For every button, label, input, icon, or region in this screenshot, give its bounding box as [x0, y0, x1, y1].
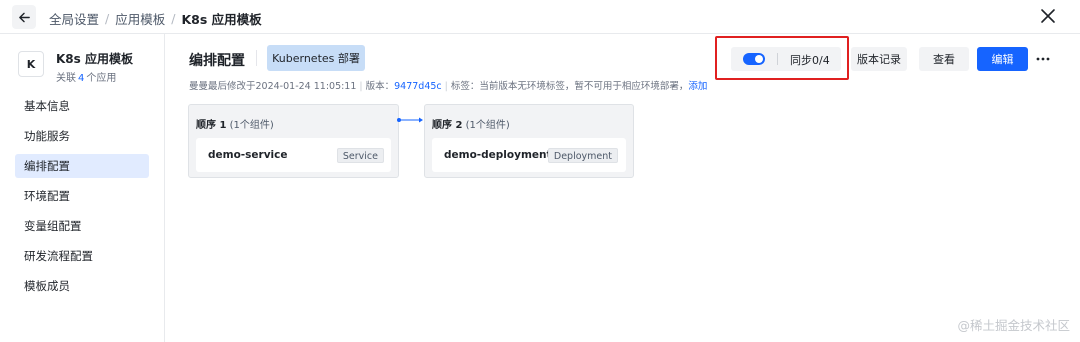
meta-separator: | [359, 81, 363, 92]
close-icon[interactable] [1038, 6, 1058, 26]
app-meta-prefix: 关联 [56, 73, 76, 84]
version-meta: 曼曼最后修改于2024-01-24 11:05:11 | 版本：9477d45c | 标… [189, 78, 707, 92]
stage-title: 顺序 2 [432, 120, 463, 131]
sidebar-item-environment[interactable]: 环境配置 [15, 184, 149, 208]
app-avatar: K [18, 51, 44, 77]
back-button[interactable] [12, 5, 36, 29]
top-bar: 全局设置 / 应用模板 / K8s 应用模板 [0, 0, 1080, 34]
stage-count: (1个组件) [229, 120, 274, 131]
watermark: @稀土掘金技术社区 [957, 318, 1070, 333]
stage-connector [397, 117, 423, 123]
component-kind-badge: Service [336, 148, 384, 163]
divider [777, 53, 778, 65]
deploy-type-tag: Kubernetes 部署 [267, 45, 365, 71]
tags-label: 标签： [450, 81, 480, 92]
more-button[interactable] [1033, 50, 1053, 68]
sidebar-item-basic-info[interactable]: 基本信息 [15, 94, 149, 118]
sidebar-item-variable-groups[interactable]: 变量组配置 [15, 214, 149, 238]
breadcrumb-separator: / [171, 11, 176, 26]
breadcrumb-app-templates[interactable]: 应用模板 [115, 9, 165, 28]
version-label: 版本： [365, 81, 395, 92]
stage-card: 顺序 1 (1个组件) demo-service Service [188, 104, 399, 178]
stage-header: 顺序 2 (1个组件) [432, 116, 510, 131]
sync-toggle[interactable] [743, 53, 765, 65]
app-meta: 关联 4 个应用 [56, 69, 133, 84]
sidebar-item-orchestration[interactable]: 编排配置 [15, 154, 149, 178]
app-card: K K8s 应用模板 关联 4 个应用 [18, 50, 133, 84]
edit-button[interactable]: 编辑 [977, 47, 1028, 71]
sidebar-item-dev-process[interactable]: 研发流程配置 [15, 244, 149, 268]
breadcrumb-separator: / [105, 11, 110, 26]
add-tag-link[interactable]: 添加 [688, 81, 707, 92]
app-name: K8s 应用模板 [56, 52, 133, 66]
component-name: demo-deployment [444, 149, 552, 161]
view-button[interactable]: 查看 [919, 47, 969, 71]
stage-count: (1个组件) [465, 120, 510, 131]
tags-text: 当前版本无环境标签，暂不可用于相应环境部署， [479, 81, 689, 92]
sidebar-nav: 基本信息 功能服务 编排配置 环境配置 变量组配置 研发流程配置 模板成员 [15, 94, 149, 304]
app-meta-suffix: 个应用 [86, 73, 117, 84]
version-link[interactable]: 9477d45c [394, 81, 442, 92]
linked-app-count[interactable]: 4 [78, 73, 84, 84]
divider [256, 50, 257, 66]
component-card[interactable]: demo-service Service [196, 138, 391, 172]
stage-header: 顺序 1 (1个组件) [196, 116, 274, 131]
stage-card: 顺序 2 (1个组件) demo-deployment Deployment [424, 104, 634, 178]
component-kind-badge: Deployment [547, 148, 618, 163]
breadcrumb: 全局设置 / 应用模板 / K8s 应用模板 [49, 9, 262, 28]
section-title: 编排配置 [189, 53, 245, 69]
sidebar: K K8s 应用模板 关联 4 个应用 基本信息 功能服务 编排配置 环境配置 变量… [0, 34, 165, 342]
more-horizontal-icon [1036, 57, 1050, 61]
modified-text: 曼曼最后修改于2024-01-24 11:05:11 [189, 81, 357, 92]
sync-status[interactable]: 同步0/4 [790, 52, 830, 68]
sidebar-item-template-members[interactable]: 模板成员 [15, 274, 149, 298]
component-name: demo-service [208, 149, 288, 161]
page-title: K8s 应用模板 [181, 12, 262, 27]
arrow-left-icon [18, 12, 30, 22]
version-history-button[interactable]: 版本记录 [851, 47, 907, 71]
stage-title: 顺序 1 [196, 120, 227, 131]
breadcrumb-global-settings[interactable]: 全局设置 [49, 9, 99, 28]
meta-separator: | [444, 81, 448, 92]
component-card[interactable]: demo-deployment Deployment [432, 138, 626, 172]
toggle-knob [755, 55, 763, 63]
sidebar-item-feature-services[interactable]: 功能服务 [15, 124, 149, 148]
